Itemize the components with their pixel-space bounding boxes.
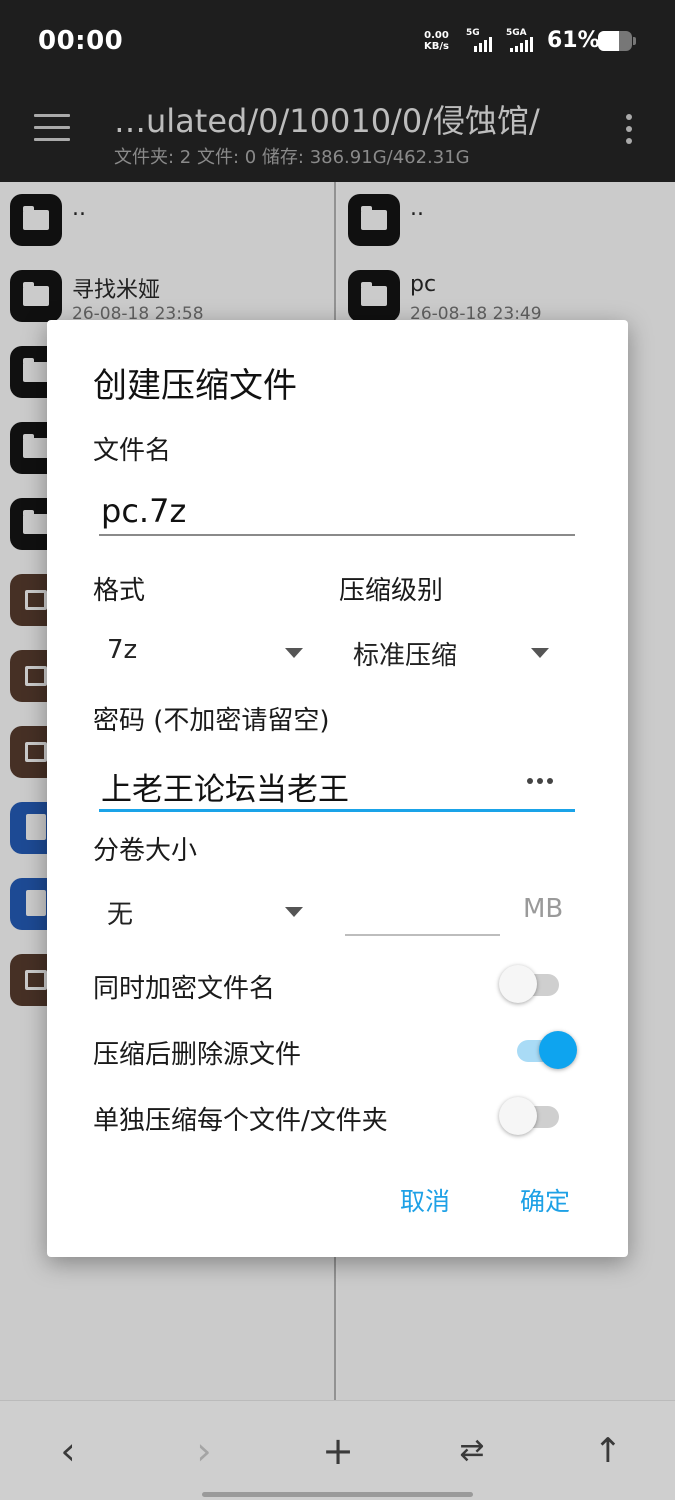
current-path[interactable]: …ulated/0/10010/0/侵蚀馆/ (114, 96, 540, 142)
home-indicator[interactable] (202, 1492, 473, 1497)
menu-icon[interactable] (34, 114, 70, 142)
chevron-left-icon[interactable]: ‹ (46, 1429, 90, 1473)
encrypt-filenames-label: 同时加密文件名 (93, 974, 276, 1004)
chevron-right-icon[interactable]: › (182, 1429, 226, 1473)
filename-input[interactable]: pc.7z (99, 488, 575, 536)
plus-icon[interactable]: + (316, 1429, 360, 1473)
swap-icon[interactable]: ⇄ (450, 1429, 494, 1473)
more-dots-icon[interactable] (527, 778, 553, 784)
create-archive-dialog: 创建压缩文件 文件名 pc.7z 格式 压缩级别 7z 标准压缩 密码 (不加密… (47, 320, 628, 1257)
split-size-label: 分卷大小 (93, 836, 198, 866)
format-select[interactable]: 7z (99, 635, 303, 675)
format-label: 格式 (93, 576, 146, 606)
delete-source-toggle[interactable] (513, 1030, 577, 1070)
folder-info: 文件夹: 2 文件: 0 储存: 386.91G/462.31G (114, 147, 470, 168)
dropdown-arrow-icon (285, 648, 303, 658)
bottom-nav-bar: ‹ › + ⇄ ↑ (0, 1400, 675, 1500)
battery-tip (633, 37, 636, 45)
password-input[interactable]: 上老王论坛当老王 (99, 758, 575, 812)
split-size-input[interactable] (345, 890, 500, 936)
filename-value: pc.7z (101, 492, 187, 530)
password-value: 上老王论坛当老王 (101, 772, 349, 808)
compress-separately-toggle[interactable] (499, 1096, 563, 1136)
battery-icon (598, 31, 632, 51)
signal-icon-sim1: 5G (466, 28, 498, 52)
dropdown-arrow-icon (531, 648, 549, 658)
compression-level-label: 压缩级别 (339, 576, 444, 606)
encrypt-filenames-toggle[interactable] (499, 964, 563, 1004)
compress-separately-label: 单独压缩每个文件/文件夹 (93, 1106, 388, 1136)
split-size-unit: MB (523, 894, 564, 924)
dialog-title: 创建压缩文件 (93, 366, 297, 406)
split-size-select[interactable]: 无 (99, 894, 303, 934)
battery-percent: 61% (547, 28, 600, 53)
status-time: 00:00 (38, 26, 124, 56)
signal-icon-sim2: 5GA (506, 28, 538, 52)
compression-level-select[interactable]: 标准压缩 (345, 635, 549, 675)
delete-source-label: 压缩后删除源文件 (93, 1040, 302, 1070)
filename-label: 文件名 (93, 436, 172, 466)
ok-button[interactable]: 确定 (520, 1182, 570, 1218)
status-bar: 00:00 0.00 KB/s 5G 5GA 61% (0, 0, 675, 82)
network-speed: 0.00 KB/s (424, 30, 449, 52)
cancel-button[interactable]: 取消 (400, 1182, 450, 1218)
more-options-icon[interactable] (624, 114, 634, 150)
password-label: 密码 (不加密请留空) (93, 706, 330, 736)
app-toolbar: …ulated/0/10010/0/侵蚀馆/ 文件夹: 2 文件: 0 储存: … (0, 82, 675, 182)
dropdown-arrow-icon (285, 907, 303, 917)
arrow-up-icon[interactable]: ↑ (586, 1429, 630, 1473)
